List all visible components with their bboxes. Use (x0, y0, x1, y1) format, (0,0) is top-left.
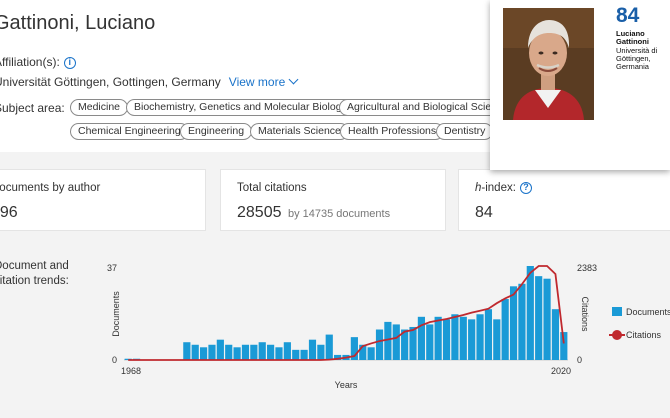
legend-documents-swatch (612, 307, 622, 316)
document-bar (225, 344, 233, 360)
document-bar (375, 329, 384, 360)
document-bar (442, 319, 451, 360)
document-bar (258, 342, 266, 360)
document-bar (451, 314, 459, 360)
trend-chart: 37 0 Documents 2383 0 Citations 1968 202… (107, 263, 670, 390)
document-bar (267, 344, 275, 360)
document-bar (459, 316, 467, 360)
document-bar (367, 347, 375, 360)
document-bar (501, 299, 509, 360)
document-bar (216, 339, 224, 360)
document-bar (409, 326, 417, 360)
document-bar (317, 344, 325, 360)
document-bar (233, 347, 241, 360)
document-bar (476, 314, 484, 360)
x-tick-label: 2020 (551, 366, 571, 376)
document-bar (518, 283, 526, 360)
document-bar (417, 316, 425, 360)
document-bar (250, 344, 258, 360)
right-tick-label: 0 (577, 355, 582, 365)
document-bar (509, 286, 518, 360)
document-bar (325, 334, 333, 360)
left-tick-label: 0 (112, 355, 117, 365)
document-bar (392, 324, 400, 360)
bar-group (124, 266, 568, 360)
document-bar (283, 342, 291, 360)
x-axis-label: Years (335, 380, 358, 390)
right-tick-label: 2383 (577, 263, 597, 273)
right-axis-label: Citations (580, 296, 590, 332)
document-bar (200, 347, 208, 360)
document-bar (300, 349, 308, 360)
document-bar (308, 339, 317, 360)
document-bar (183, 342, 191, 360)
document-bar (241, 344, 250, 360)
document-bar (526, 266, 534, 360)
document-bar (275, 347, 283, 360)
document-bar (191, 344, 199, 360)
document-bar (426, 324, 434, 360)
document-bar (543, 278, 551, 360)
x-tick-label: 1968 (121, 366, 141, 376)
document-bar (434, 316, 442, 360)
document-bar (551, 309, 560, 360)
left-axis-label: Documents (111, 291, 121, 337)
document-bar (384, 321, 392, 360)
document-bar (535, 276, 543, 360)
document-bar (292, 349, 300, 360)
legend-documents-label: Documents (626, 307, 670, 317)
document-bar (493, 319, 501, 360)
legend-citations-label: Citations (626, 330, 662, 340)
document-bar (484, 309, 493, 360)
left-tick-label: 37 (107, 263, 117, 273)
document-bar (468, 319, 476, 360)
document-bar (208, 344, 216, 360)
